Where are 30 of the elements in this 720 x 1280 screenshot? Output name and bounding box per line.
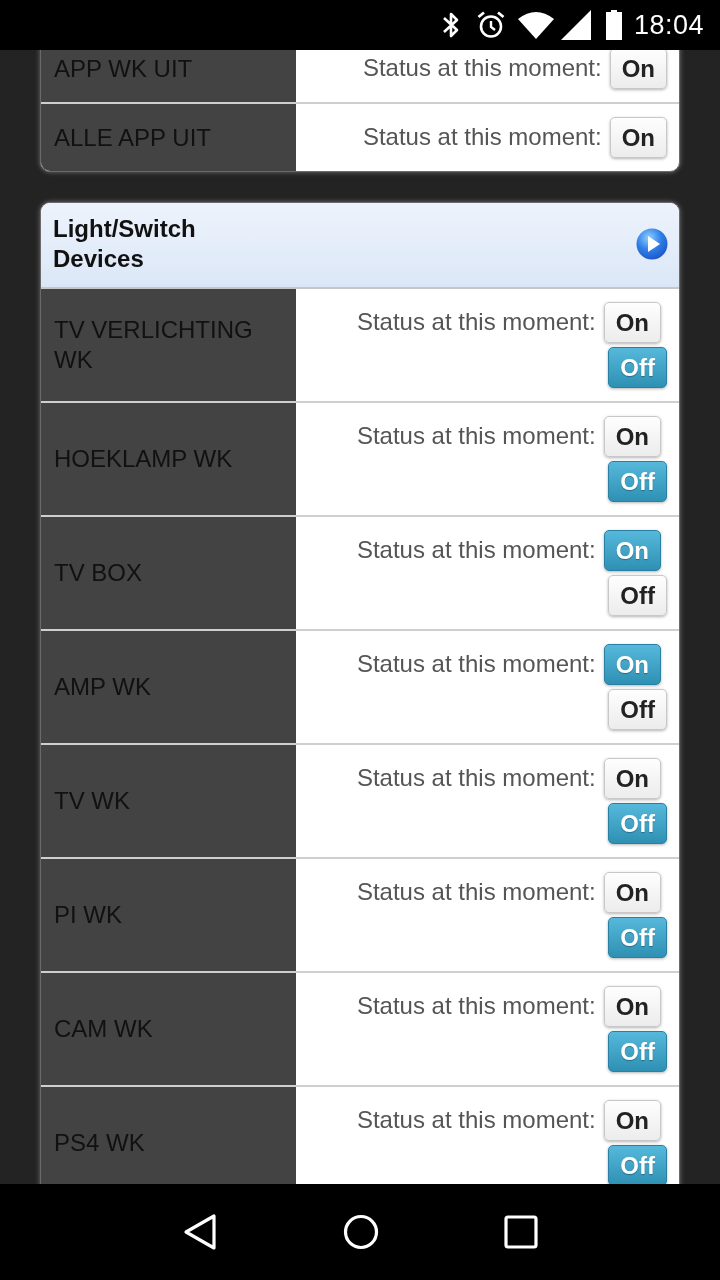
- section-header[interactable]: Light/Switch Devices: [41, 203, 679, 289]
- status-label: Status at this moment:: [356, 763, 596, 793]
- status-label: Status at this moment:: [356, 991, 596, 1021]
- toggle-option-button[interactable]: On: [603, 302, 661, 343]
- signal-icon: [560, 10, 591, 40]
- wifi-icon: [517, 11, 554, 39]
- home-icon[interactable]: [343, 1214, 379, 1250]
- toggle-option-button[interactable]: Off: [608, 575, 667, 616]
- alarm-clock-icon: [476, 11, 505, 39]
- toggle-option-button[interactable]: On: [603, 986, 661, 1027]
- toggle-option-button[interactable]: On: [603, 872, 661, 913]
- status-label: Status at this moment:: [362, 122, 602, 152]
- status-label: Status at this moment:: [356, 421, 596, 451]
- toggle-option-button[interactable]: Off: [608, 689, 667, 730]
- toggle-option-button[interactable]: On: [603, 1100, 661, 1141]
- back-icon[interactable]: [182, 1213, 219, 1251]
- clock-time: 18:04: [633, 9, 704, 41]
- section-title: Light/Switch Devices: [53, 214, 197, 274]
- battery-icon: [605, 10, 622, 40]
- toggle-option-button[interactable]: On: [609, 117, 667, 158]
- status-label: Status at this moment:: [362, 53, 602, 83]
- status-label: Status at this moment:: [356, 307, 596, 337]
- toggle-option-button[interactable]: On: [609, 50, 667, 89]
- recents-icon[interactable]: [503, 1215, 538, 1249]
- toggle-option-button[interactable]: On: [603, 416, 661, 457]
- status-label: Status at this moment:: [356, 535, 596, 565]
- status-label: Status at this moment:: [356, 1105, 596, 1135]
- toggle-option-button[interactable]: On: [603, 758, 661, 799]
- status-label: Status at this moment:: [356, 877, 596, 907]
- status-label: Status at this moment:: [356, 649, 596, 679]
